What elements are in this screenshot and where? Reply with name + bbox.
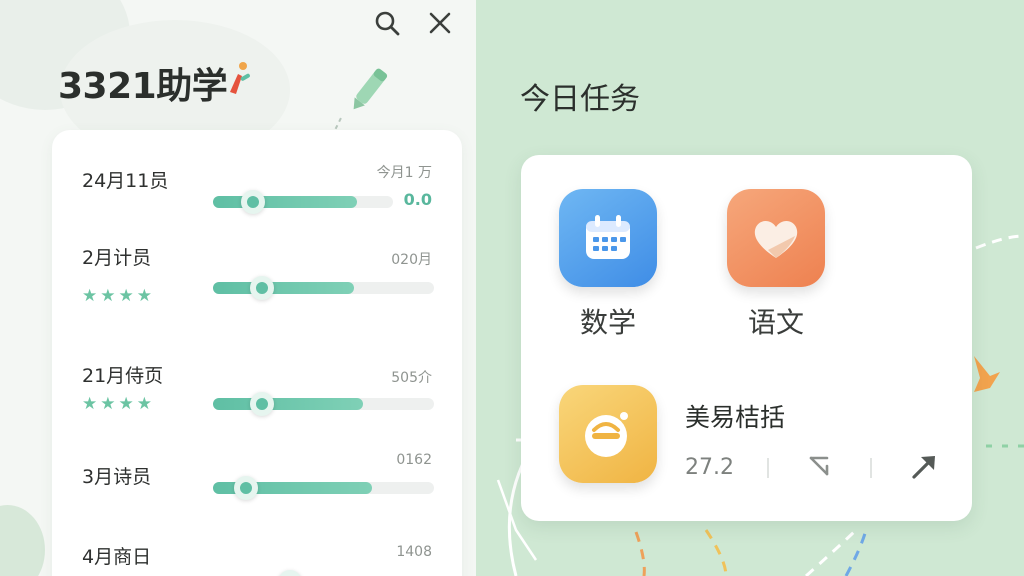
extra-task-value: 27.2 — [685, 455, 734, 480]
progress-fill — [213, 398, 364, 410]
star-rating: ★★★★ — [82, 394, 155, 414]
pencil-person-icon — [230, 62, 250, 94]
row-value: 505介 — [391, 370, 432, 386]
row-label: 2月计员 — [82, 247, 152, 269]
collapse-button[interactable] — [805, 452, 835, 482]
star-rating: ★★★★ — [82, 286, 155, 306]
extra-task-title: 美易桔括 — [685, 403, 786, 432]
subject-extra[interactable] — [553, 385, 663, 483]
row-label: 21月侍页 — [82, 365, 164, 387]
progress-list-card: 24月11员 今月1 万 0.0 2月计员 020月 ★★★★ 21月侍页 50… — [52, 130, 462, 576]
row-value: 1408 — [396, 544, 432, 560]
timer-icon — [585, 412, 628, 457]
open-button[interactable] — [909, 452, 939, 482]
subject-math[interactable]: 数学 — [553, 189, 663, 341]
progress-fill — [213, 196, 357, 208]
close-icon — [429, 12, 451, 34]
progress-knob[interactable] — [249, 392, 274, 416]
row-label: 3月诗员 — [82, 466, 152, 488]
section-title: 今日任务 — [520, 82, 640, 117]
progress-knob[interactable] — [278, 570, 303, 576]
search-icon — [375, 11, 400, 36]
progress-track[interactable] — [213, 392, 434, 416]
row-label: 4月商日 — [82, 546, 152, 568]
left-panel: 3321助学 24月11员 今月1 万 0.0 2月计员 020月 ★★★★ 2… — [0, 0, 476, 576]
diagonal-arrow-icon — [809, 456, 829, 476]
background-blob — [0, 505, 45, 576]
divider — [767, 458, 769, 478]
pen-decoration — [331, 68, 388, 137]
subject-tile — [559, 385, 657, 483]
row-value: 今月1 万 — [376, 165, 432, 181]
progress-knob[interactable] — [234, 476, 259, 500]
progress-knob[interactable] — [249, 276, 274, 300]
row-value: 020月 — [391, 252, 432, 268]
subject-tile — [727, 189, 825, 287]
row-label: 24月11员 — [82, 170, 169, 192]
subject-label: 数学 — [579, 306, 636, 339]
row-value: 0162 — [396, 452, 432, 468]
progress-knob[interactable] — [240, 190, 265, 214]
arrow-up-right-icon — [912, 456, 935, 479]
calendar-icon — [586, 215, 630, 259]
row-score: 0.0 — [403, 190, 432, 209]
search-button[interactable] — [372, 8, 402, 38]
subject-label: 语文 — [747, 306, 804, 339]
heart-icon — [754, 221, 798, 258]
subject-chinese[interactable]: 语文 — [721, 189, 831, 341]
progress-track[interactable] — [213, 476, 434, 500]
progress-track[interactable] — [213, 276, 434, 300]
progress-track[interactable] — [213, 190, 393, 214]
divider — [870, 458, 872, 478]
task-card: 数学 语文 美易桔括 27.2 — [521, 155, 972, 521]
subject-tile — [559, 189, 657, 287]
progress-fill — [213, 282, 355, 294]
app-title: 3321助学 — [58, 66, 228, 107]
close-button[interactable] — [425, 8, 455, 38]
